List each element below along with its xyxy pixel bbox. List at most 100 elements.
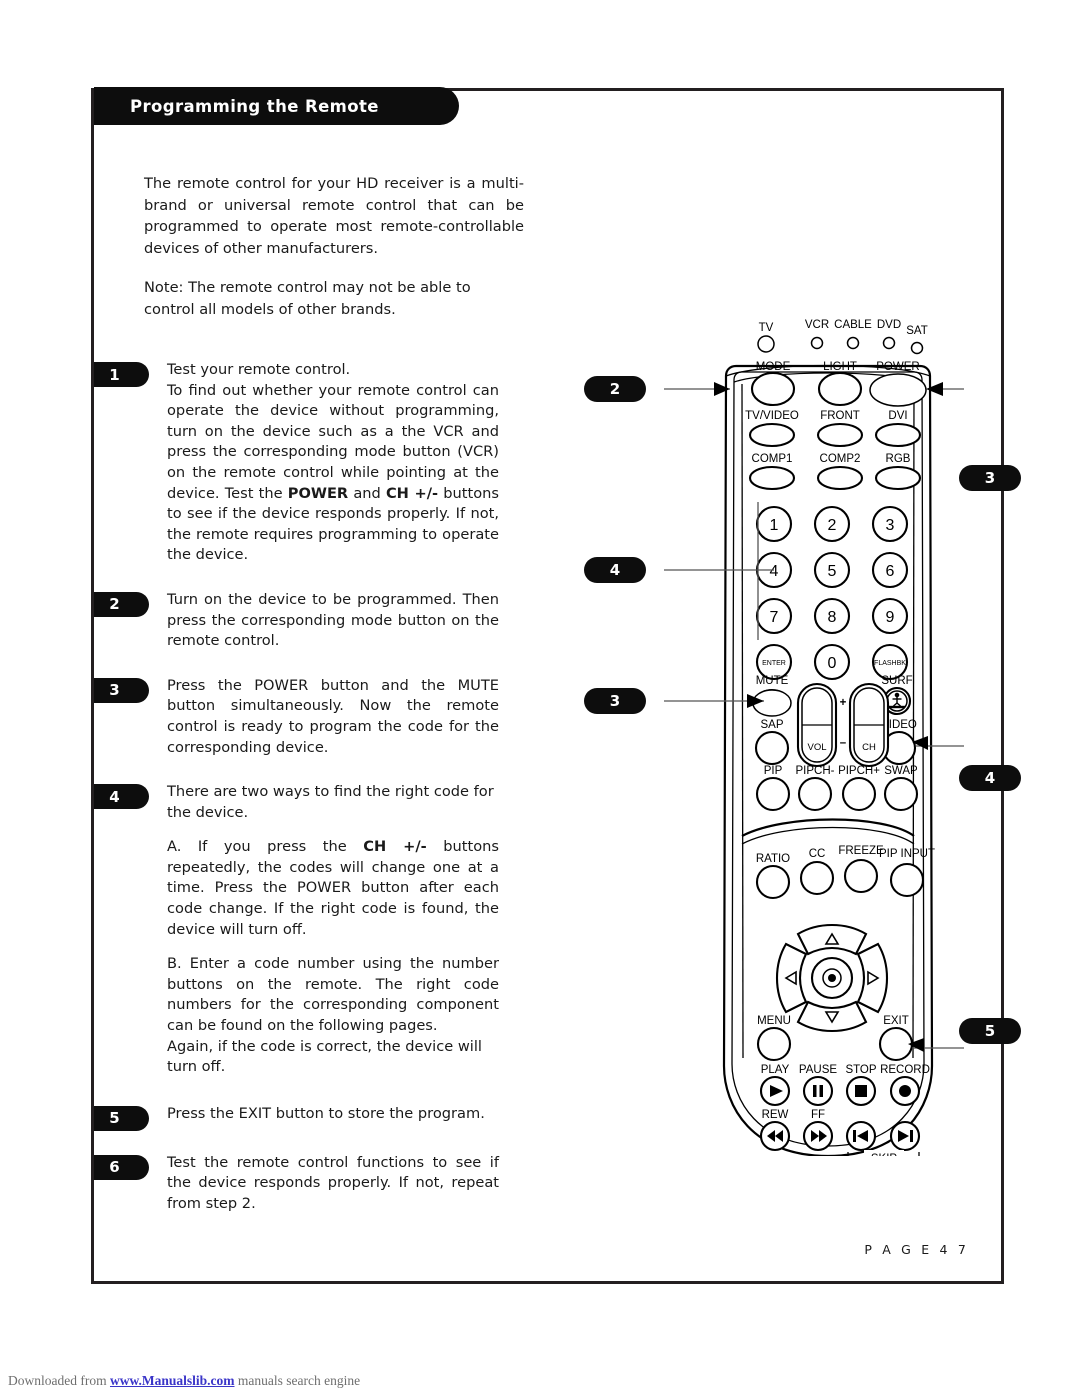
svg-text:9: 9	[886, 609, 895, 626]
step-5: 5 Press the EXIT button to store the pro…	[94, 1104, 524, 1131]
btn-label-light: LIGHT	[823, 361, 857, 373]
sap-button[interactable]	[754, 730, 790, 766]
remote-control-diagram: .body-ln{fill:none;stroke:#000;stroke-wi…	[534, 276, 974, 1156]
right-callout-badges: 3 4 5	[959, 465, 1021, 1044]
btn-label-rgb: RGB	[886, 453, 911, 465]
svg-text:2: 2	[610, 380, 620, 398]
pipch-minus-button[interactable]	[797, 776, 833, 812]
vol-label: VOL	[807, 742, 826, 753]
front-button[interactable]	[816, 422, 864, 448]
btn-label-rew: REW	[762, 1109, 789, 1121]
svg-text:5: 5	[828, 563, 837, 580]
btn-label-freeze: FREEZE	[838, 845, 884, 857]
comp2-button[interactable]	[816, 465, 864, 491]
minus-sign: –	[840, 737, 847, 749]
btn-label-sap: SAP	[760, 719, 783, 731]
step-body-3: Press the POWER button and the MUTE butt…	[167, 676, 499, 758]
btn-label-play: PLAY	[761, 1064, 790, 1076]
btn-label-exit: EXIT	[883, 1015, 909, 1027]
step-3-line-1: Press the POWER button and the MUTE butt…	[167, 676, 499, 756]
btn-label-pause: PAUSE	[799, 1064, 837, 1076]
step-body-5: Press the EXIT button to store the progr…	[167, 1104, 499, 1131]
svg-text:1: 1	[770, 517, 779, 534]
btn-label-pip-input: PIP INPUT	[879, 848, 935, 860]
svg-text:7: 7	[770, 609, 779, 626]
step-body-4: There are two ways to find the right cod…	[167, 782, 499, 1078]
freeze-button[interactable]	[843, 858, 879, 894]
cc-button[interactable]	[799, 860, 835, 896]
pip-button[interactable]	[755, 776, 791, 812]
callout-left-3: 3	[584, 688, 764, 714]
svg-text:4: 4	[985, 769, 995, 787]
step-6-line-1: Test the remote control functions to see…	[167, 1153, 499, 1212]
btn-label-tvvideo: TV/VIDEO	[745, 410, 799, 422]
skip-back-icon	[853, 1130, 856, 1142]
callout-left-2: 2	[584, 376, 730, 402]
btn-label-pipch-minus: PIPCH-	[796, 765, 835, 777]
swap-button[interactable]	[883, 776, 919, 812]
pip-input-button[interactable]	[889, 862, 925, 898]
arrow-head-icon	[926, 382, 943, 396]
pipch-plus-button[interactable]	[841, 776, 877, 812]
step-badge-3: 3	[94, 677, 149, 703]
faceplate-divider	[741, 818, 915, 845]
dvi-button[interactable]	[874, 422, 922, 448]
dpad-left-button[interactable]	[776, 942, 808, 1014]
menu-button[interactable]	[756, 1026, 792, 1062]
dpad-up-button[interactable]	[796, 924, 868, 956]
instruction-column: The remote control for your HD receiver …	[94, 173, 524, 1229]
svg-text:3: 3	[985, 469, 995, 487]
btn-label-comp2: COMP2	[820, 453, 861, 465]
intro-paragraph-1: The remote control for your HD receiver …	[144, 175, 524, 257]
number-keypad: 1 2 3 4 5 6 7 8 9 ENTER 0 FLASHBK	[755, 505, 909, 681]
manual-page: Programming the Remote The remote contro…	[91, 87, 1021, 1284]
ok-dot-icon	[828, 974, 836, 982]
ratio-button[interactable]	[755, 864, 791, 900]
manualslib-link[interactable]: www.Manualslib.com	[110, 1373, 235, 1388]
step-2: 2 Turn on the device to be programmed. T…	[94, 590, 524, 652]
svg-text:8: 8	[828, 609, 837, 626]
pause-button[interactable]	[802, 1075, 834, 1107]
svg-text:3: 3	[610, 692, 620, 710]
led-sat-icon	[910, 341, 924, 355]
arrow-head-icon	[714, 382, 730, 396]
step-badge-5: 5	[94, 1105, 149, 1131]
btn-label-mute: MUTE	[756, 675, 789, 687]
watermark-suffix: manuals search engine	[234, 1373, 361, 1388]
stop-icon	[855, 1085, 867, 1097]
btn-label-power: POWER	[876, 361, 919, 373]
led-dvd-icon	[882, 336, 896, 350]
rgb-button[interactable]	[874, 465, 922, 491]
step-badge-4: 4	[94, 784, 149, 810]
svg-text:FLASHBK: FLASHBK	[874, 660, 906, 667]
mode-light-power-row: MODE LIGHT POWER	[750, 361, 927, 407]
navigation-dpad	[776, 924, 888, 1032]
exit-button[interactable]	[878, 1026, 914, 1062]
led-cable-icon	[846, 336, 860, 350]
svg-text:5: 5	[985, 1022, 995, 1040]
page-number: P A G E 4 7	[864, 1242, 969, 1257]
dpad-right-button[interactable]	[856, 942, 888, 1014]
led-vcr-icon	[810, 336, 824, 350]
transport-controls: PLAY PAUSE STOP RECORD REW FF	[759, 1064, 930, 1156]
btn-label-pipch-plus: PIPCH+	[838, 765, 880, 777]
btn-label-comp1: COMP1	[752, 453, 793, 465]
svg-text:ENTER: ENTER	[762, 660, 786, 667]
dpad-down-button[interactable]	[796, 1000, 868, 1032]
btn-label-pip: PIP	[764, 765, 783, 777]
step-5-line-1: Press the EXIT button to store the progr…	[167, 1104, 485, 1122]
comp1-button[interactable]	[748, 465, 796, 491]
svg-text:4: 4	[610, 561, 620, 579]
light-button[interactable]	[817, 371, 863, 407]
mode-button[interactable]	[750, 371, 796, 407]
btn-label-mode: MODE	[756, 361, 791, 373]
step-1-line-1: Test your remote control.	[167, 361, 351, 378]
ch-label: CH	[862, 742, 876, 753]
callout-left-4: 4	[584, 502, 774, 640]
volume-channel-cluster: MUTE SURF SAP VIDEO VOL CH + –	[752, 675, 917, 768]
tv-video-button[interactable]	[748, 422, 796, 448]
led-tv-icon	[757, 335, 775, 353]
svg-text:0: 0	[828, 655, 837, 672]
watermark-prefix: Downloaded from	[8, 1373, 110, 1388]
pause-icon	[813, 1085, 817, 1097]
